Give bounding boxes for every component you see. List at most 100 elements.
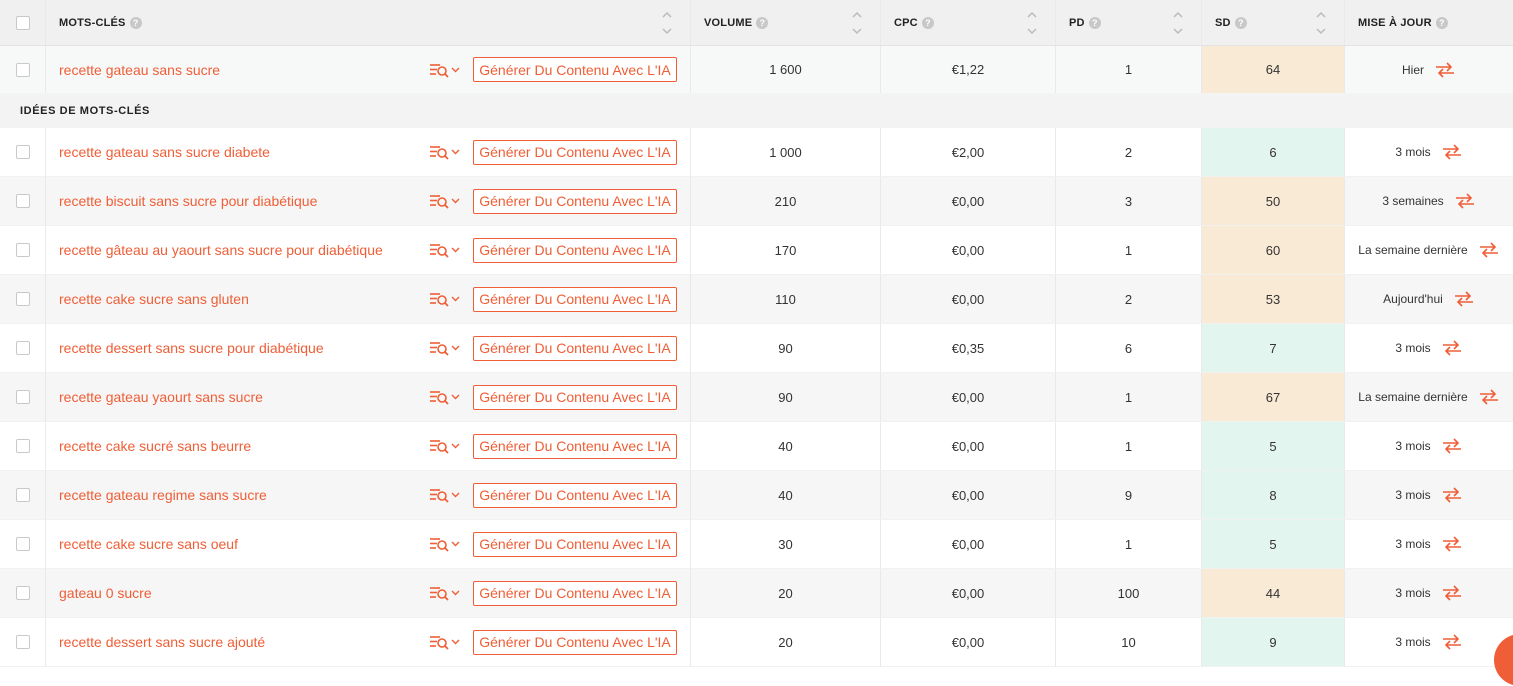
keyword-search-icon[interactable] (429, 632, 465, 652)
row-checkbox[interactable] (15, 243, 30, 257)
keyword-link[interactable]: recette gateau regime sans sucre (59, 487, 267, 503)
header-keywords[interactable]: MOTS-CLÉS ? (46, 0, 691, 45)
header-pd[interactable]: PD ? (1056, 0, 1202, 45)
volume-value: 20 (778, 634, 793, 650)
sd-cell: 6 (1202, 128, 1345, 176)
header-sd[interactable]: SD ? (1202, 0, 1345, 45)
generate-content-button[interactable]: Générer Du Contenu Avec L'IA (473, 482, 677, 508)
refresh-icon[interactable] (1453, 289, 1475, 309)
help-icon[interactable]: ? (756, 16, 769, 29)
keyword-search-icon[interactable] (429, 583, 465, 603)
keyword-cell: recette cake sucre sans gluten Générer D… (46, 275, 691, 323)
keyword-link[interactable]: recette cake sucre sans oeuf (59, 536, 238, 552)
refresh-icon[interactable] (1434, 60, 1456, 80)
help-icon[interactable]: ? (1234, 16, 1247, 29)
keyword-link[interactable]: recette biscuit sans sucre pour diabétiq… (59, 193, 317, 209)
header-select-cell (0, 0, 46, 45)
refresh-icon[interactable] (1441, 632, 1463, 652)
row-checkbox[interactable] (15, 488, 30, 502)
keyword-search-icon[interactable] (429, 338, 465, 358)
keyword-link[interactable]: recette cake sucré sans beurre (59, 438, 251, 454)
generate-content-button[interactable]: Générer Du Contenu Avec L'IA (473, 57, 677, 82)
row-checkbox[interactable] (15, 62, 30, 77)
keyword-cell: recette gateau sans sucre diabete Génére… (46, 128, 691, 176)
help-icon[interactable]: ? (1435, 16, 1448, 29)
sd-cell: 50 (1202, 177, 1345, 225)
help-icon[interactable]: ? (1088, 16, 1101, 29)
cpc-cell: €0,00 (881, 569, 1056, 617)
pd-cell: 9 (1056, 471, 1202, 519)
pd-value: 2 (1124, 291, 1133, 307)
refresh-icon[interactable] (1441, 485, 1463, 505)
pd-cell: 1 (1056, 520, 1202, 568)
section-title: IDÉES DE MOTS-CLÉS (20, 104, 150, 117)
sort-icon[interactable] (1027, 11, 1037, 35)
keyword-search-icon[interactable] (429, 485, 465, 505)
header-volume[interactable]: VOLUME ? (691, 0, 881, 45)
refresh-icon[interactable] (1478, 240, 1500, 260)
row-checkbox[interactable] (15, 194, 30, 208)
keyword-link[interactable]: gateau 0 sucre (59, 585, 152, 601)
keyword-cell: recette dessert sans sucre ajouté Génére… (46, 618, 691, 666)
sort-icon[interactable] (852, 11, 862, 35)
generate-content-button[interactable]: Générer Du Contenu Avec L'IA (473, 580, 677, 606)
row-checkbox[interactable] (15, 341, 30, 355)
refresh-icon[interactable] (1441, 436, 1463, 456)
header-cpc[interactable]: CPC ? (881, 0, 1056, 45)
keyword-link[interactable]: recette gateau yaourt sans sucre (59, 389, 263, 405)
refresh-icon[interactable] (1441, 583, 1463, 603)
refresh-icon[interactable] (1441, 534, 1463, 554)
select-all-checkbox[interactable] (15, 15, 30, 30)
row-checkbox[interactable] (15, 537, 30, 551)
generate-content-button[interactable]: Générer Du Contenu Avec L'IA (473, 286, 677, 312)
volume-value: 170 (774, 242, 797, 258)
refresh-icon[interactable] (1454, 191, 1476, 211)
keyword-link[interactable]: recette dessert sans sucre ajouté (59, 634, 265, 650)
keyword-link[interactable]: recette dessert sans sucre pour diabétiq… (59, 340, 324, 356)
generate-content-button[interactable]: Générer Du Contenu Avec L'IA (473, 433, 677, 459)
keyword-link[interactable]: recette gateau sans sucre (59, 62, 220, 78)
row-checkbox[interactable] (15, 390, 30, 404)
keyword-search-icon[interactable] (429, 240, 465, 260)
keyword-search-icon[interactable] (429, 534, 465, 554)
generate-content-button[interactable]: Générer Du Contenu Avec L'IA (473, 139, 677, 165)
generate-content-button[interactable]: Générer Du Contenu Avec L'IA (473, 335, 677, 361)
volume-value: 210 (774, 193, 797, 209)
cpc-cell: €0,00 (881, 618, 1056, 666)
row-checkbox[interactable] (15, 635, 30, 649)
sort-icon[interactable] (1316, 11, 1326, 35)
row-checkbox[interactable] (15, 145, 30, 159)
help-icon[interactable]: ? (921, 16, 934, 29)
cpc-cell: €0,35 (881, 324, 1056, 372)
keyword-search-icon[interactable] (429, 289, 465, 309)
keyword-link[interactable]: recette cake sucre sans gluten (59, 291, 249, 307)
updated-cell: Hier (1345, 46, 1513, 93)
keyword-link[interactable]: recette gâteau au yaourt sans sucre pour… (59, 242, 383, 258)
sort-icon[interactable] (662, 11, 672, 35)
generate-content-button[interactable]: Générer Du Contenu Avec L'IA (473, 384, 677, 410)
pd-value: 10 (1121, 634, 1136, 650)
cpc-cell: €0,00 (881, 520, 1056, 568)
keyword-search-icon[interactable] (429, 60, 465, 80)
generate-content-button[interactable]: Générer Du Contenu Avec L'IA (473, 188, 677, 214)
sd-cell: 44 (1202, 569, 1345, 617)
refresh-icon[interactable] (1441, 338, 1463, 358)
header-cpc-label: CPC (894, 16, 918, 29)
keyword-link[interactable]: recette gateau sans sucre diabete (59, 144, 270, 160)
row-checkbox[interactable] (15, 292, 30, 306)
sort-icon[interactable] (1173, 11, 1183, 35)
row-checkbox[interactable] (15, 439, 30, 453)
generate-content-button[interactable]: Générer Du Contenu Avec L'IA (473, 531, 677, 557)
refresh-icon[interactable] (1441, 142, 1463, 162)
row-checkbox[interactable] (15, 586, 30, 600)
help-icon[interactable]: ? (129, 16, 142, 29)
keyword-search-icon[interactable] (429, 436, 465, 456)
keyword-search-icon[interactable] (429, 142, 465, 162)
keyword-search-icon[interactable] (429, 387, 465, 407)
generate-content-button[interactable]: Générer Du Contenu Avec L'IA (473, 629, 677, 655)
keyword-search-icon[interactable] (429, 191, 465, 211)
generate-content-button[interactable]: Générer Du Contenu Avec L'IA (473, 237, 677, 263)
keyword-tools: Générer Du Contenu Avec L'IA (429, 46, 677, 93)
table-row: recette cake sucré sans beurre Générer D… (0, 422, 1513, 471)
refresh-icon[interactable] (1478, 387, 1500, 407)
